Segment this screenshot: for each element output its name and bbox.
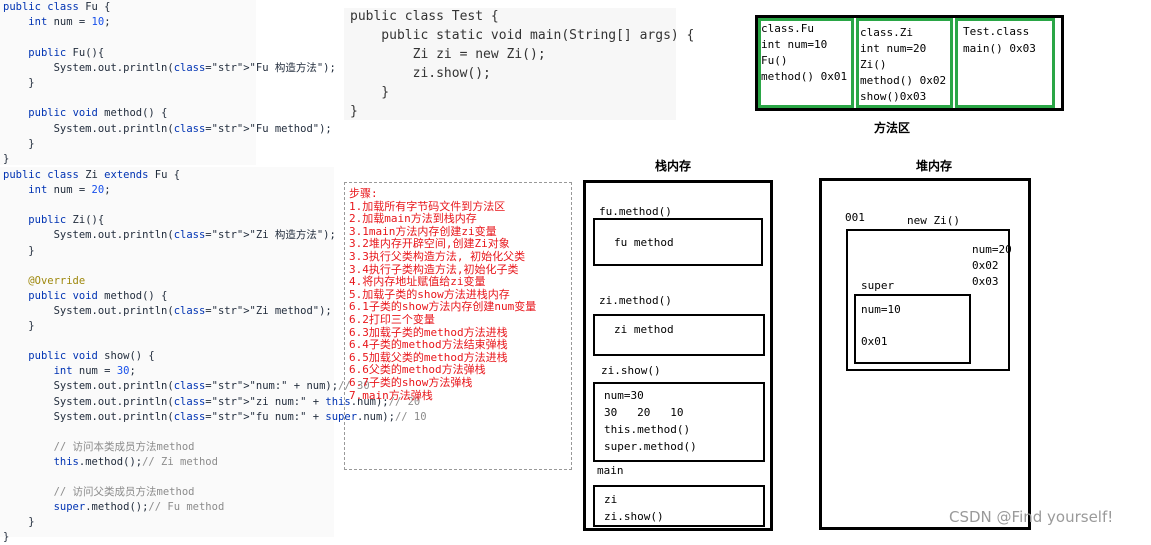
zi-code-line: // 访问本类成员方法method — [53, 440, 195, 453]
zi-code-line: System.out.println(class="str">"Zi 构造方法"… — [3, 229, 336, 242]
zi-method-frame-body: zi method — [614, 323, 674, 336]
fu-code-line: public Fu(){ — [28, 46, 105, 59]
fu-code-line: } — [3, 137, 35, 150]
method-area-label: 方法区 — [874, 121, 911, 135]
main-frame-body: zi zi.show() — [604, 491, 664, 525]
super-label: super — [861, 279, 895, 292]
zi-code-line: int num = 20; — [28, 184, 111, 197]
zi-field-line: 0x02 — [972, 259, 999, 272]
super-object-fields: num=10 0x01 — [861, 302, 901, 350]
zi-show-line: super.method() — [604, 440, 697, 453]
method-area-line: int num=20 — [860, 42, 927, 55]
heap-object-address: 001 — [845, 211, 865, 224]
fu-code-line: int num = 10; — [28, 16, 111, 29]
method-area-line: class.Zi — [860, 26, 913, 39]
fu-code-line: } — [3, 153, 10, 165]
main-frame-title: main — [597, 464, 624, 477]
method-area-line: Zi() — [860, 58, 887, 71]
zi-code-line: @Override — [28, 274, 86, 287]
method-area-zi-text: class.Zi int num=20 Zi() method() 0x02 show(… — [860, 25, 946, 105]
method-area-line: method() 0x02 — [860, 74, 947, 87]
fu-code-line: System.out.println(class="str">"Fu metho… — [3, 122, 332, 135]
zi-code-line: System.out.println(class="str">"Zi metho… — [3, 304, 332, 317]
test-code-line: } — [350, 85, 390, 100]
zi-class-code-panel: public class Zi extends Fu { int num = 2… — [0, 167, 427, 543]
zi-code-line: public Zi(){ — [28, 214, 105, 227]
zi-code-line: } — [3, 244, 35, 257]
watermark: CSDN @Find yourself! — [949, 508, 1114, 526]
method-area-line: Test.class — [963, 25, 1030, 38]
zi-code-line: } — [3, 516, 35, 529]
super-field-line: num=10 — [861, 303, 901, 316]
step-item: 4.将内存地址赋值给zi变量 — [349, 275, 486, 289]
zi-code-line: this.method();// Zi method — [53, 455, 218, 468]
steps-heading: 步骤: — [349, 187, 378, 200]
method-area-line: show()0x03 — [860, 90, 927, 103]
fu-method-frame-body: fu method — [614, 236, 674, 249]
test-code-line: zi.show(); — [350, 66, 491, 81]
fu-code-line: public class Fu { — [3, 1, 111, 13]
fu-code-line: } — [3, 77, 35, 89]
heap-new-zi-label: new Zi() — [907, 214, 960, 227]
super-field-line: 0x01 — [861, 335, 888, 348]
zi-code-line: System.out.println(class="str">"num:" + … — [3, 380, 370, 393]
method-area-line: main() 0x03 — [963, 42, 1036, 55]
zi-object-fields: num=20 0x02 0x03 — [972, 242, 1012, 290]
method-area-test-text: Test.class main() 0x03 — [963, 23, 1036, 57]
zi-field-line: num=20 — [972, 243, 1012, 256]
step-item: 6.7子类的show方法弹栈 — [349, 375, 473, 389]
zi-field-line: 0x03 — [972, 275, 999, 288]
zi-code-line: } — [3, 320, 35, 332]
fu-class-code-panel: public class Fu { int num = 10; public F… — [0, 0, 336, 165]
zi-show-line: 30 20 10 — [604, 406, 684, 419]
zi-show-line: num=30 — [604, 389, 644, 402]
stack-label: 栈内存 — [655, 159, 692, 173]
steps-list: 步骤: 1.加载所有字节码文件到方法区 2.加载main方法到栈内存 3.1main方… — [344, 182, 572, 470]
test-code-line: } — [350, 104, 358, 119]
zi-show-frame-title: zi.show() — [601, 364, 661, 377]
zi-code-line: int num = 30; — [53, 365, 136, 378]
method-area-fu-text: class.Fu int num=10 Fu() method() 0x01 — [761, 21, 847, 85]
test-code-line: Zi zi = new Zi(); — [350, 47, 546, 62]
step-item: 6.4子类的method方法结束弹栈 — [349, 338, 508, 352]
method-area-line: class.Fu — [761, 22, 814, 35]
zi-show-line: this.method() — [604, 423, 691, 436]
zi-code-line: public void method() { — [28, 289, 168, 302]
fu-code-line: public void method() { — [28, 107, 168, 120]
step-item: 2.加载main方法到栈内存 — [349, 212, 477, 226]
zi-method-frame-title: zi.method() — [599, 294, 672, 307]
test-code-line: public static void main(String[] args) { — [350, 28, 695, 43]
main-frame-line: zi.show() — [604, 510, 664, 523]
zi-code-line: public class Zi extends Fu { — [3, 169, 181, 181]
super-field-line — [861, 318, 901, 334]
main-frame-line: zi — [604, 493, 618, 506]
zi-code-line: public void show() { — [28, 350, 155, 363]
step-item: 6.2打印三个变量 — [349, 312, 435, 326]
step-item: 3.3执行父类构造方法, 初始化父类 — [349, 249, 526, 263]
fu-code-line: System.out.println(class="str">"Fu 构造方法"… — [3, 61, 336, 74]
method-area-line: method() 0x01 — [761, 70, 848, 83]
test-class-code-panel: public class Test { public static void m… — [344, 8, 694, 120]
test-code-line: public class Test { — [350, 9, 499, 24]
heap-label: 堆内存 — [916, 159, 953, 173]
zi-code-line: super.method();// Fu method — [53, 501, 225, 514]
method-area-line: Fu() — [761, 54, 788, 67]
step-item: 7.main方法弹栈 — [349, 388, 433, 402]
zi-code-line: // 访问父类成员方法method — [53, 486, 195, 499]
method-area-line: int num=10 — [761, 38, 828, 51]
zi-code-line: } — [3, 531, 10, 544]
zi-show-frame-body: num=30 30 20 10 this.method() super.method(… — [604, 387, 697, 455]
